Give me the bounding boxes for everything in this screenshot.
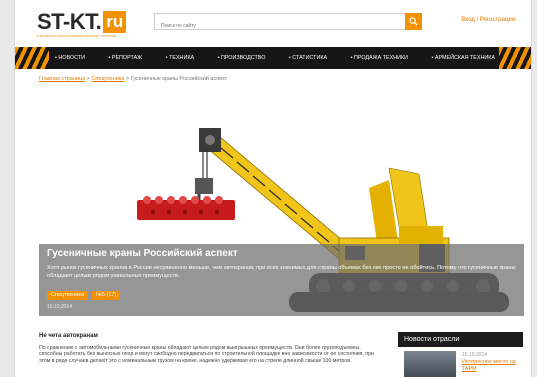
breadcrumb-section[interactable]: Спецтехника <box>91 76 124 82</box>
hero-title[interactable]: Гусеничные краны Российский аспект <box>47 247 238 260</box>
tag-issue[interactable]: №5 (17) <box>92 291 121 300</box>
nav-item-machinery[interactable]: ТЕХНИКА <box>166 55 194 61</box>
auth-links: Вход / Регистрация <box>461 17 515 23</box>
article-text: По сравнению с автомобильными гусеничные… <box>39 345 374 364</box>
news-thumbnail[interactable] <box>404 351 456 377</box>
nav-item-news[interactable]: НОВОСТИ <box>55 55 85 61</box>
site-header: ST-KT. ru строительная и коммунальная те… <box>15 0 531 44</box>
search-box <box>154 13 422 34</box>
nav-item-production[interactable]: ПРОИЗВОДСТВО <box>218 55 265 61</box>
tag-category[interactable]: Спецтехника <box>47 291 88 300</box>
news-item[interactable]: 16.10.2014 Интересное место на TAPM <box>398 351 523 377</box>
hero-banner[interactable]: Гусеничные краны Российский аспект Хотя … <box>39 88 524 316</box>
news-link[interactable]: Интересное место на TAPM <box>462 359 518 373</box>
page: ST-KT. ru строительная и коммунальная те… <box>14 0 532 377</box>
register-link[interactable]: Регистрация <box>480 17 515 23</box>
logo-ru-badge: ru <box>103 11 127 33</box>
hero-date: 10.10.2014 <box>47 304 73 310</box>
logo-tagline: строительная и коммунальная техника <box>37 33 117 38</box>
industry-news: Новости отрасли 16.10.2014 Интересное ме… <box>398 332 523 377</box>
search-input[interactable] <box>155 18 403 34</box>
site-logo[interactable]: ST-KT. ru <box>37 9 127 34</box>
breadcrumb-current: Гусеничные краны Российский аспект <box>130 76 228 82</box>
breadcrumb: Главная страница > Спецтехника > Гусенич… <box>39 76 227 82</box>
search-button[interactable] <box>405 13 422 30</box>
industry-news-heading: Новости отрасли <box>398 332 523 347</box>
main-nav: НОВОСТИ РЕПОРТАЖ ТЕХНИКА ПРОИЗВОДСТВО СТ… <box>15 47 531 69</box>
hero-tags: Спецтехника №5 (17) <box>47 291 121 300</box>
login-link[interactable]: Вход <box>461 17 475 23</box>
nav-item-report[interactable]: РЕПОРТАЖ <box>108 55 142 61</box>
magnifier-icon <box>409 17 418 26</box>
hero-caption: Гусеничные краны Российский аспект Хотя … <box>39 244 524 316</box>
nav-item-statistics[interactable]: СТАТИСТИКА <box>289 55 327 61</box>
logo-text: ST-KT. <box>37 9 102 34</box>
nav-items: НОВОСТИ РЕПОРТАЖ ТЕХНИКА ПРОИЗВОДСТВО СТ… <box>55 47 495 69</box>
hazard-stripes-right <box>499 47 531 69</box>
news-date: 16.10.2014 <box>462 352 488 358</box>
hazard-stripes-left <box>15 47 49 69</box>
hero-description: Хотя рынок гусеничных кранов в России не… <box>47 265 516 279</box>
breadcrumb-home[interactable]: Главная страница <box>39 76 85 82</box>
article-heading: Не чета автокранам <box>39 333 98 339</box>
nav-item-military[interactable]: АРМЕЙСКАЯ ТЕХНИКА <box>431 55 495 61</box>
nav-item-sales[interactable]: ПРОДАЖА ТЕХНИКИ <box>351 55 408 61</box>
article: Не чета автокранам По сравнению с автомо… <box>39 332 379 364</box>
